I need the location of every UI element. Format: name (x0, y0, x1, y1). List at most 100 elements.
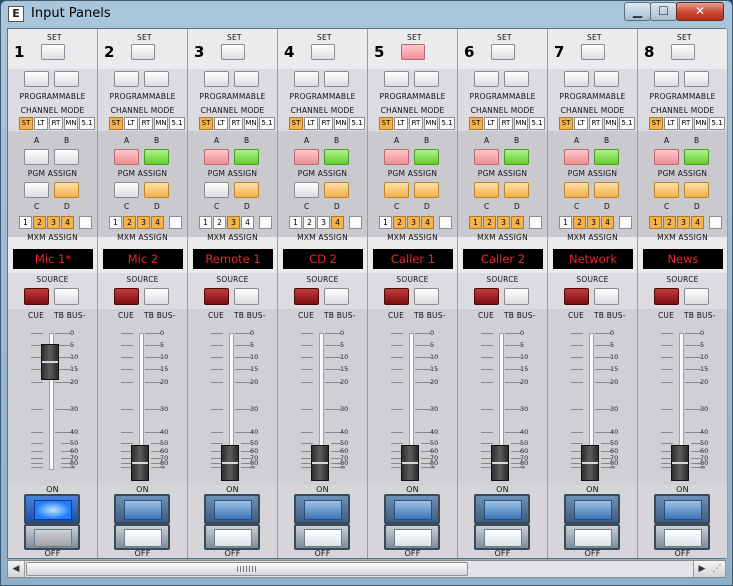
mxm-button-4[interactable]: 4 (331, 216, 344, 229)
mxm-button-1[interactable]: 1 (199, 216, 212, 229)
programmable-button-2[interactable] (414, 71, 439, 87)
pgm-a-button[interactable] (114, 149, 139, 165)
programmable-button-1[interactable] (474, 71, 499, 87)
mxm-button-3[interactable]: 3 (677, 216, 690, 229)
fader-knob[interactable] (311, 445, 329, 481)
programmable-button-2[interactable] (234, 71, 259, 87)
set-button[interactable] (311, 44, 335, 60)
off-button[interactable] (24, 524, 80, 550)
on-button[interactable] (204, 494, 260, 524)
pgm-a-button[interactable] (654, 149, 679, 165)
channel-mode-mn[interactable]: MN (64, 117, 78, 130)
cue-button[interactable] (204, 288, 229, 305)
pgm-b-button[interactable] (594, 149, 619, 165)
channel-mode-mn[interactable]: MN (514, 117, 528, 130)
on-button[interactable] (384, 494, 440, 524)
off-button[interactable] (294, 524, 350, 550)
title-bar[interactable]: E Input Panels ▁ ☐ ✕ (1, 1, 732, 27)
mxm-button-2[interactable]: 2 (393, 216, 406, 229)
mxm-button-4[interactable]: 4 (511, 216, 524, 229)
pgm-d-button[interactable] (684, 182, 709, 198)
pgm-d-button[interactable] (144, 182, 169, 198)
channel-mode-mn[interactable]: MN (694, 117, 708, 130)
on-button[interactable] (474, 494, 530, 524)
pgm-c-button[interactable] (114, 182, 139, 198)
cue-button[interactable] (384, 288, 409, 305)
channel-mode-lt[interactable]: LT (664, 117, 678, 130)
mxm-button-4[interactable]: 4 (151, 216, 164, 229)
mxm-button-5[interactable] (259, 216, 272, 229)
channel-mode-5-1[interactable]: 5.1 (79, 117, 95, 130)
mxm-button-5[interactable] (349, 216, 362, 229)
pgm-c-button[interactable] (384, 182, 409, 198)
mxm-button-5[interactable] (709, 216, 722, 229)
pgm-a-button[interactable] (24, 149, 49, 165)
channel-mode-rt[interactable]: RT (49, 117, 63, 130)
off-button[interactable] (564, 524, 620, 550)
channel-mode-st[interactable]: ST (289, 117, 303, 130)
pgm-c-button[interactable] (24, 182, 49, 198)
programmable-button-1[interactable] (294, 71, 319, 87)
programmable-button-2[interactable] (684, 71, 709, 87)
channel-mode-lt[interactable]: LT (34, 117, 48, 130)
channel-mode-rt[interactable]: RT (229, 117, 243, 130)
channel-mode-mn[interactable]: MN (244, 117, 258, 130)
programmable-button-2[interactable] (504, 71, 529, 87)
channel-mode-rt[interactable]: RT (679, 117, 693, 130)
programmable-button-1[interactable] (114, 71, 139, 87)
cue-button[interactable] (564, 288, 589, 305)
tb-bus-button[interactable] (54, 288, 79, 305)
channel-mode-lt[interactable]: LT (484, 117, 498, 130)
channel-mode-lt[interactable]: LT (214, 117, 228, 130)
channel-mode-5-1[interactable]: 5.1 (169, 117, 185, 130)
programmable-button-1[interactable] (654, 71, 679, 87)
close-button[interactable]: ✕ (676, 2, 724, 21)
channel-mode-5-1[interactable]: 5.1 (439, 117, 455, 130)
tb-bus-button[interactable] (504, 288, 529, 305)
cue-button[interactable] (114, 288, 139, 305)
on-button[interactable] (294, 494, 350, 524)
programmable-button-2[interactable] (324, 71, 349, 87)
mxm-button-5[interactable] (439, 216, 452, 229)
pgm-b-button[interactable] (54, 149, 79, 165)
mxm-button-1[interactable]: 1 (379, 216, 392, 229)
mxm-button-1[interactable]: 1 (109, 216, 122, 229)
off-button[interactable] (204, 524, 260, 550)
pgm-b-button[interactable] (414, 149, 439, 165)
mxm-button-3[interactable]: 3 (317, 216, 330, 229)
cue-button[interactable] (294, 288, 319, 305)
set-button[interactable] (131, 44, 155, 60)
channel-mode-mn[interactable]: MN (424, 117, 438, 130)
mxm-button-2[interactable]: 2 (483, 216, 496, 229)
on-button[interactable] (114, 494, 170, 524)
mxm-button-4[interactable]: 4 (61, 216, 74, 229)
off-button[interactable] (474, 524, 530, 550)
channel-mode-lt[interactable]: LT (304, 117, 318, 130)
pgm-d-button[interactable] (54, 182, 79, 198)
mxm-button-4[interactable]: 4 (421, 216, 434, 229)
cue-button[interactable] (24, 288, 49, 305)
mxm-button-3[interactable]: 3 (137, 216, 150, 229)
mxm-button-5[interactable] (79, 216, 92, 229)
programmable-button-1[interactable] (564, 71, 589, 87)
pgm-a-button[interactable] (564, 149, 589, 165)
mxm-button-3[interactable]: 3 (227, 216, 240, 229)
fader-knob[interactable] (131, 445, 149, 481)
fader-knob[interactable] (671, 445, 689, 481)
mxm-button-2[interactable]: 2 (573, 216, 586, 229)
pgm-d-button[interactable] (324, 182, 349, 198)
channel-mode-rt[interactable]: RT (589, 117, 603, 130)
fader-knob[interactable] (221, 445, 239, 481)
channel-mode-lt[interactable]: LT (394, 117, 408, 130)
mxm-button-3[interactable]: 3 (47, 216, 60, 229)
mxm-button-1[interactable]: 1 (289, 216, 302, 229)
channel-mode-5-1[interactable]: 5.1 (349, 117, 365, 130)
channel-mode-5-1[interactable]: 5.1 (529, 117, 545, 130)
mxm-button-5[interactable] (169, 216, 182, 229)
channel-mode-st[interactable]: ST (19, 117, 33, 130)
mxm-button-3[interactable]: 3 (407, 216, 420, 229)
set-button[interactable] (671, 44, 695, 60)
pgm-d-button[interactable] (504, 182, 529, 198)
off-button[interactable] (114, 524, 170, 550)
pgm-c-button[interactable] (564, 182, 589, 198)
